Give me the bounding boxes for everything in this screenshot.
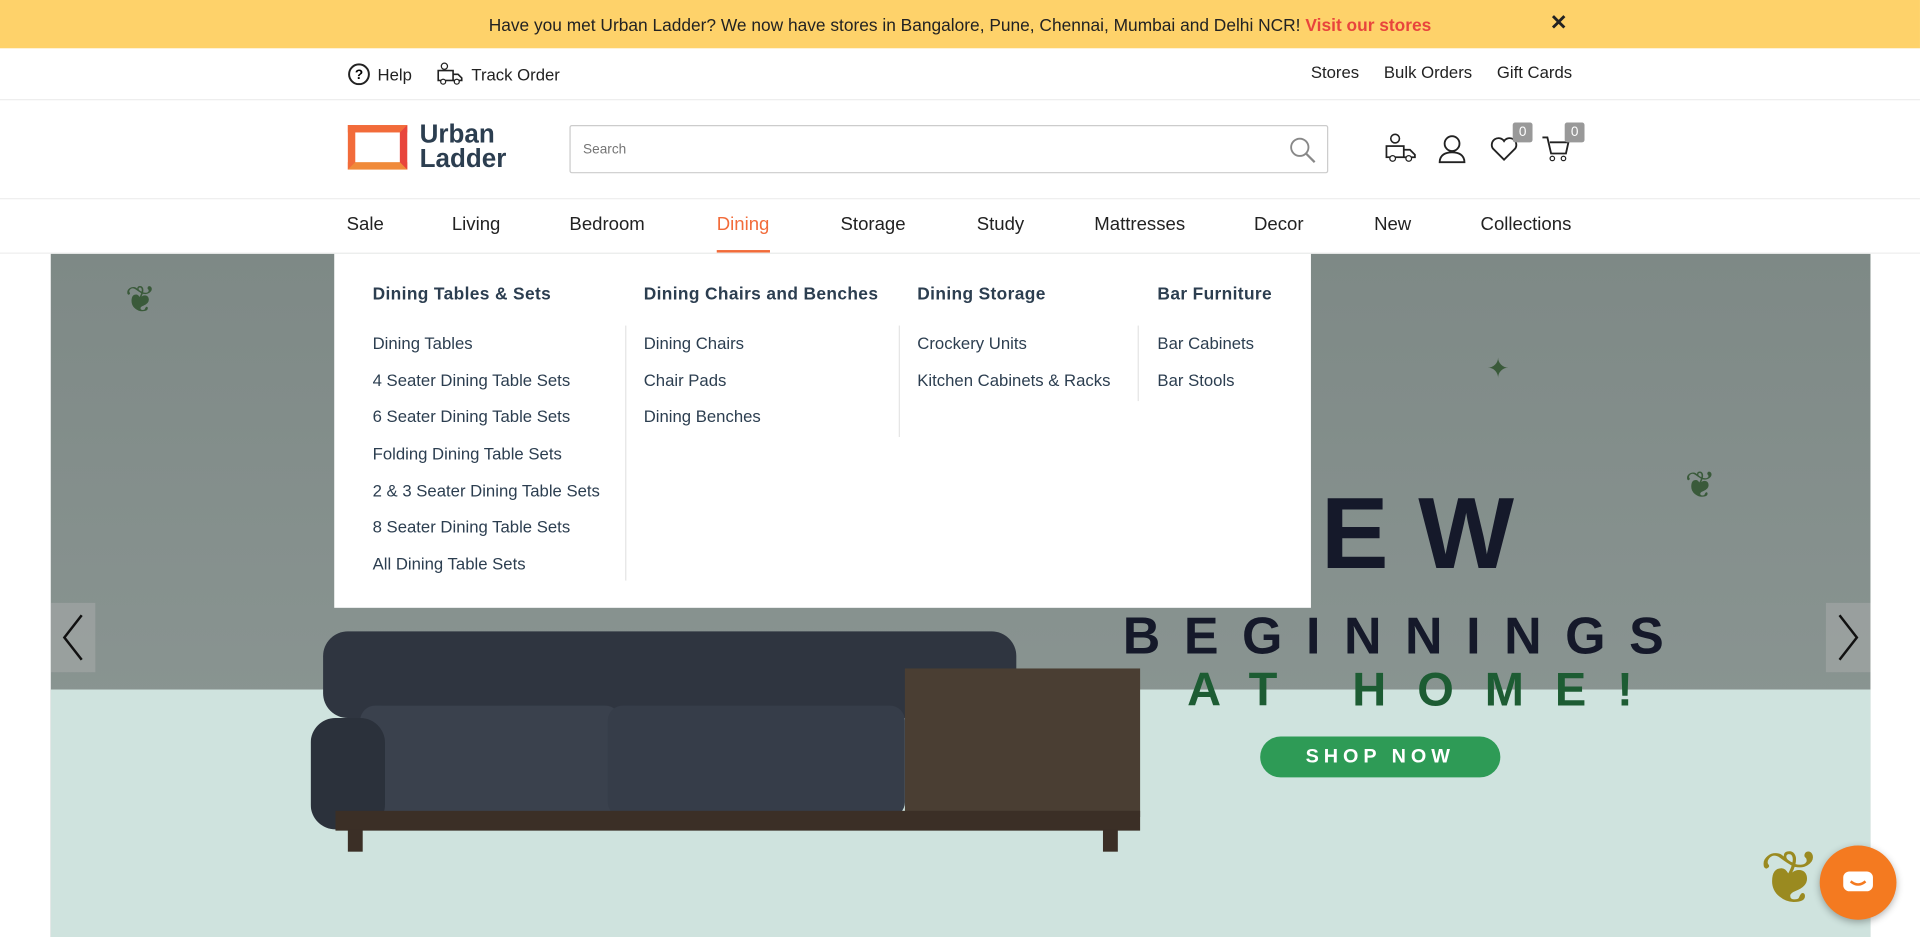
dining-mega-menu: Dining Tables & Sets Dining Tables 4 Sea… [334,253,1311,608]
menu-link[interactable]: 6 Seater Dining Table Sets [373,399,600,436]
close-banner-button[interactable]: ✕ [1550,11,1568,36]
menu-link[interactable]: All Dining Table Sets [373,546,600,583]
nav-collections[interactable]: Collections [1481,214,1572,235]
announcement-banner: Have you met Urban Ladder? We now have s… [0,0,1920,49]
nav-dining[interactable]: Dining [716,214,769,253]
carousel-next-button[interactable] [1825,602,1871,673]
search-box [569,125,1329,174]
svg-text:?: ? [355,67,363,82]
wishlist-count: 0 [1512,122,1533,143]
search-icon[interactable] [1287,135,1317,165]
logo-text-1: Urban [419,120,495,149]
column-divider [625,325,627,581]
hero-tagline: AT HOME! [1187,664,1664,717]
nav-study[interactable]: Study [977,214,1024,235]
nav-decor[interactable]: Decor [1254,214,1304,235]
logo-text-2: Ladder [419,144,507,174]
cart-button[interactable]: 0 [1540,122,1585,164]
stores-link[interactable]: Stores [1311,63,1359,82]
user-icon [1438,135,1466,164]
chevron-left-icon [62,614,83,661]
menu-heading[interactable]: Bar Furniture [1157,283,1272,303]
logo-mark [347,125,408,170]
menu-link[interactable]: Chair Pads [644,362,761,399]
track-order-link[interactable]: Track Order [437,62,560,87]
nav-mattresses[interactable]: Mattresses [1094,214,1185,235]
menu-link[interactable]: Dining Benches [644,399,761,436]
menu-heading[interactable]: Dining Tables & Sets [373,283,552,303]
leaf-decoration: ✦ [1486,352,1510,384]
nav-new[interactable]: New [1374,214,1411,235]
utility-bar: ? Help Track Order Stores Bulk Orders Gi… [0,48,1920,101]
leaf-decoration: ❦ [1684,465,1716,507]
nav-bedroom[interactable]: Bedroom [569,214,644,235]
menu-link[interactable]: Dining Chairs [644,326,761,363]
menu-link[interactable]: Dining Tables [373,326,600,363]
banner-text: Have you met Urban Ladder? We now have s… [488,14,1301,35]
menu-heading[interactable]: Dining Chairs and Benches [644,283,879,303]
shop-now-button[interactable]: SHOP NOW [1260,736,1501,778]
menu-link[interactable]: Bar Cabinets [1157,326,1254,363]
header: UrbanLadder 0 0 [0,100,1920,200]
column-divider [1137,325,1139,402]
menu-link[interactable]: Bar Stools [1157,362,1254,399]
menu-link[interactable]: 2 & 3 Seater Dining Table Sets [373,473,600,510]
urban-ladder-logo[interactable]: Urban Ladder [347,120,507,174]
nav-living[interactable]: Living [452,214,501,235]
nav-sale[interactable]: Sale [347,214,384,235]
chat-button[interactable] [1819,845,1897,920]
column-divider [898,325,900,437]
menu-link[interactable]: 4 Seater Dining Table Sets [373,362,600,399]
bulk-orders-link[interactable]: Bulk Orders [1384,63,1472,82]
visit-stores-link[interactable]: Visit our stores [1305,14,1431,34]
hero-subheadline: BEGINNINGS [1122,606,1688,665]
leaf-decoration: ❦ [125,279,157,321]
chat-icon [1843,871,1873,892]
menu-link[interactable]: 8 Seater Dining Table Sets [373,509,600,546]
search-input[interactable] [570,126,1264,173]
gift-cards-link[interactable]: Gift Cards [1497,63,1572,82]
truck-icon [437,62,463,85]
help-icon: ? [348,63,370,86]
menu-link[interactable]: Kitchen Cabinets & Racks [917,362,1110,399]
help-link[interactable]: ? Help [348,63,412,86]
store-locator-button[interactable] [1384,132,1416,164]
branch-decoration: ❦ [1759,836,1822,920]
sofa-image [310,631,1141,852]
hero-headline: EW [1320,477,1544,591]
nav-storage[interactable]: Storage [841,214,906,235]
menu-heading[interactable]: Dining Storage [917,283,1045,303]
cart-count: 0 [1564,122,1585,143]
wishlist-button[interactable]: 0 [1488,122,1533,164]
chevron-right-icon [1838,614,1859,661]
main-nav: Sale Living Bedroom Dining Storage Study… [0,199,1920,254]
account-button[interactable] [1436,132,1468,164]
menu-link[interactable]: Folding Dining Table Sets [373,436,600,473]
carousel-prev-button[interactable] [50,602,96,673]
menu-link[interactable]: Crockery Units [917,326,1110,363]
truck-location-icon [1385,133,1416,162]
